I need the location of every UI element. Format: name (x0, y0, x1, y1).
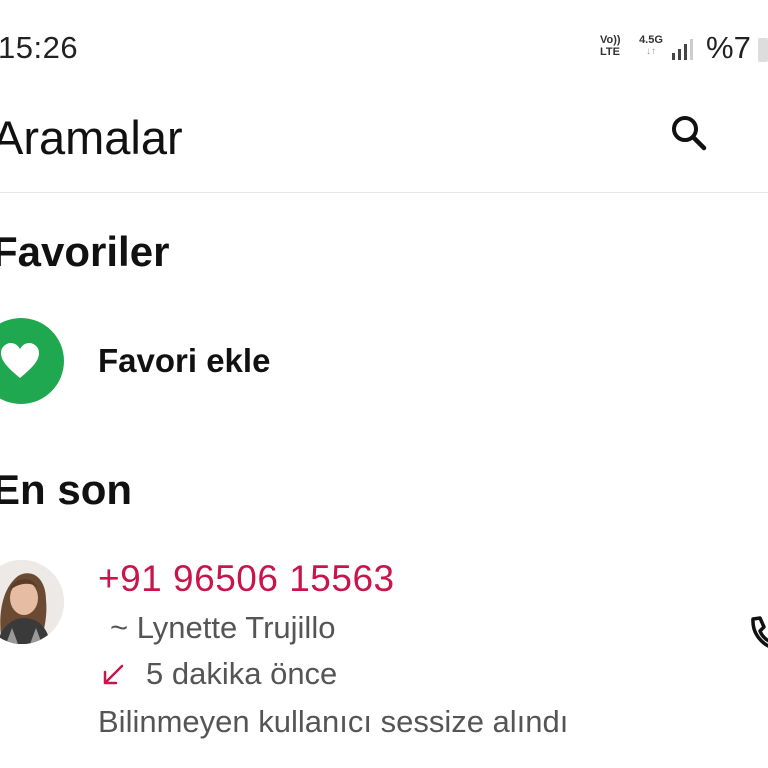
caller-name: ~ Lynette Trujillo (110, 610, 336, 645)
data-activity-icon: ↓↑ (646, 46, 656, 57)
search-icon (672, 116, 707, 151)
status-time: 15:26 (0, 30, 79, 65)
call-time: 5 dakika önce (146, 656, 338, 691)
incoming-call-arrow-icon (103, 664, 124, 685)
status-bar: 15:26 Vo)) LTE 4.5G ↓↑ %7 (0, 0, 768, 96)
search-button[interactable] (664, 108, 714, 158)
add-favorite-icon-circle (0, 318, 64, 404)
battery-icon (758, 38, 768, 62)
phone-icon (751, 616, 768, 648)
recent-heading: En son (0, 466, 133, 513)
battery-percentage: %7 (706, 30, 751, 65)
contact-photo (0, 560, 64, 644)
caller-number: +91 96506 15563 (98, 558, 395, 599)
phone-screen: 15:26 Vo)) LTE 4.5G ↓↑ %7 Aramalar Favor… (0, 0, 768, 768)
recent-call-item[interactable]: +91 96506 15563 ~ Lynette Trujillo 5 dak… (0, 550, 768, 750)
add-favorite-button[interactable]: Favori ekle (0, 318, 768, 408)
call-back-button[interactable] (746, 614, 768, 654)
app-bar: Aramalar (0, 96, 768, 193)
heart-icon (1, 343, 39, 378)
network-type-indicator: 4.5G ↓↑ (634, 34, 668, 58)
signal-strength-icon (672, 39, 693, 60)
favorites-heading: Favoriler (0, 228, 170, 275)
page-title: Aramalar (0, 111, 183, 164)
volte-indicator: Vo)) LTE (600, 34, 621, 58)
call-note: Bilinmeyen kullanıcı sessize alındı (98, 704, 569, 739)
add-favorite-label: Favori ekle (98, 342, 271, 379)
contact-avatar[interactable] (0, 560, 64, 644)
